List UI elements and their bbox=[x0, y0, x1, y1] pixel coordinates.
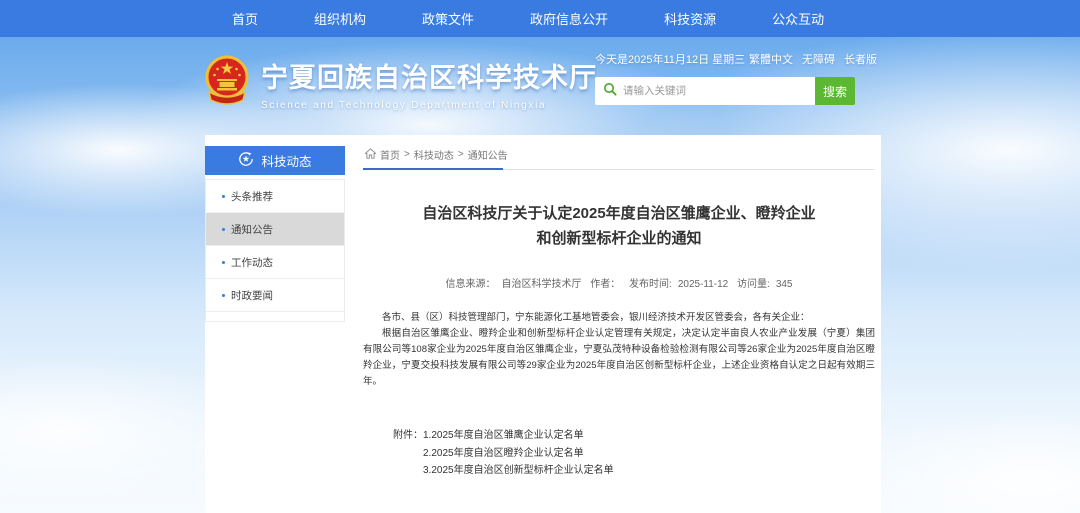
search-button[interactable]: 搜索 bbox=[815, 77, 855, 105]
article-title-line2: 和创新型标杆企业的通知 bbox=[363, 226, 875, 251]
attachments-label: 附件： bbox=[393, 427, 423, 480]
tech-news-icon bbox=[238, 151, 254, 170]
quick-links: 繁體中文 无障碍 长者版 bbox=[749, 51, 877, 67]
sidebar-item-label: 时政要闻 bbox=[231, 288, 273, 303]
breadcrumb-separator: > bbox=[458, 149, 464, 160]
site-header: 宁夏回族自治区科学技术厅 Science and Technology Depa… bbox=[0, 37, 1080, 135]
sidebar-item-label: 头条推荐 bbox=[231, 189, 273, 204]
search-bar: 搜索 bbox=[595, 77, 877, 105]
divider-blue-segment bbox=[363, 168, 503, 170]
national-emblem-icon bbox=[203, 54, 251, 113]
article-title-line1: 自治区科技厅关于认定2025年度自治区雏鹰企业、瞪羚企业 bbox=[363, 201, 875, 226]
site-subtitle: Science and Technology Department of Nin… bbox=[261, 100, 597, 111]
breadcrumb-divider bbox=[363, 169, 875, 170]
link-elder-version[interactable]: 长者版 bbox=[844, 51, 877, 67]
nav-item-gov-info[interactable]: 政府信息公开 bbox=[530, 9, 608, 28]
sidebar-item-label: 通知公告 bbox=[231, 222, 273, 237]
breadcrumb-separator: > bbox=[404, 149, 410, 160]
nav-item-home[interactable]: 首页 bbox=[232, 9, 258, 28]
meta-views-label: 访问量: bbox=[737, 279, 770, 290]
article-title: 自治区科技厅关于认定2025年度自治区雏鹰企业、瞪羚企业 和创新型标杆企业的通知 bbox=[363, 201, 875, 251]
sidebar-item-political-news[interactable]: 时政要闻 bbox=[206, 279, 344, 312]
sidebar-item-label: 工作动态 bbox=[231, 255, 273, 270]
article-body: 各市、县（区）科技管理部门，宁东能源化工基地管委会，银川经济技术开发区管委会，各… bbox=[363, 310, 875, 390]
meta-source-label: 信息来源： bbox=[445, 279, 495, 290]
sidebar-item-notices[interactable]: 通知公告 bbox=[206, 213, 344, 246]
attachment-benchmark-list[interactable]: 3.2025年度自治区创新型标杆企业认定名单 bbox=[423, 462, 614, 480]
search-input[interactable] bbox=[623, 77, 815, 105]
sidebar-menu: 头条推荐 通知公告 工作动态 时政要闻 bbox=[205, 179, 345, 322]
sidebar-item-headlines[interactable]: 头条推荐 bbox=[206, 180, 344, 213]
sidebar-header: 科技动态 bbox=[205, 146, 345, 175]
article-paragraph: 根据自治区雏鹰企业、瞪羚企业和创新型标杆企业认定管理有关规定，决定认定半亩良人农… bbox=[363, 326, 875, 390]
bullet-dot-icon bbox=[222, 261, 225, 264]
meta-views-value: 345 bbox=[776, 279, 793, 290]
article-area: 首页 > 科技动态 > 通知公告 自治区科技厅关于认定2025年度自治区雏鹰企业… bbox=[363, 135, 879, 513]
meta-time-value: 2025-11-12 bbox=[678, 279, 728, 290]
site-logo[interactable]: 宁夏回族自治区科学技术厅 Science and Technology Depa… bbox=[203, 54, 597, 113]
sidebar: 科技动态 头条推荐 通知公告 工作动态 时政要闻 bbox=[205, 135, 345, 513]
site-title: 宁夏回族自治区科学技术厅 bbox=[261, 56, 597, 95]
article-meta: 信息来源： 自治区科学技术厅 作者： 发布时间: 2025-11-12 访问量: 34… bbox=[363, 275, 875, 290]
nav-item-resources[interactable]: 科技资源 bbox=[664, 9, 716, 28]
breadcrumb-notices[interactable]: 通知公告 bbox=[468, 147, 508, 162]
search-icon bbox=[603, 82, 617, 101]
sidebar-item-work-updates[interactable]: 工作动态 bbox=[206, 246, 344, 279]
bullet-dot-icon bbox=[222, 294, 225, 297]
bullet-dot-icon bbox=[222, 195, 225, 198]
breadcrumb-home[interactable]: 首页 bbox=[380, 147, 400, 162]
article-paragraph: 各市、县（区）科技管理部门，宁东能源化工基地管委会，银川经济技术开发区管委会，各… bbox=[363, 310, 875, 326]
nav-item-interaction[interactable]: 公众互动 bbox=[772, 9, 824, 28]
header-utilities: 今天是2025年11月12日 星期三 繁體中文 无障碍 长者版 搜索 bbox=[595, 51, 877, 105]
breadcrumb-tech-news[interactable]: 科技动态 bbox=[414, 147, 454, 162]
sidebar-title: 科技动态 bbox=[261, 151, 311, 170]
meta-author-label: 作者： bbox=[590, 279, 620, 290]
link-accessibility[interactable]: 无障碍 bbox=[802, 51, 835, 67]
breadcrumb: 首页 > 科技动态 > 通知公告 bbox=[365, 147, 508, 162]
top-nav: 首页 组织机构 政策文件 政府信息公开 科技资源 公众互动 bbox=[0, 0, 1080, 37]
main-content: 科技动态 头条推荐 通知公告 工作动态 时政要闻 bbox=[205, 135, 881, 513]
attachment-eagle-list[interactable]: 1.2025年度自治区雏鹰企业认定名单 bbox=[423, 427, 614, 445]
link-traditional-chinese[interactable]: 繁體中文 bbox=[749, 51, 793, 67]
meta-time-label: 发布时间: bbox=[629, 279, 672, 290]
attachment-gazelle-list[interactable]: 2.2025年度自治区瞪羚企业认定名单 bbox=[423, 445, 614, 463]
nav-item-organization[interactable]: 组织机构 bbox=[314, 9, 366, 28]
bullet-dot-icon bbox=[222, 228, 225, 231]
current-date: 今天是2025年11月12日 星期三 bbox=[595, 51, 745, 67]
home-icon bbox=[365, 148, 376, 162]
meta-source-value: 自治区科学技术厅 bbox=[501, 279, 581, 290]
nav-item-policy[interactable]: 政策文件 bbox=[422, 9, 474, 28]
attachments-block: 附件： 1.2025年度自治区雏鹰企业认定名单 2.2025年度自治区瞪羚企业认… bbox=[393, 427, 614, 480]
